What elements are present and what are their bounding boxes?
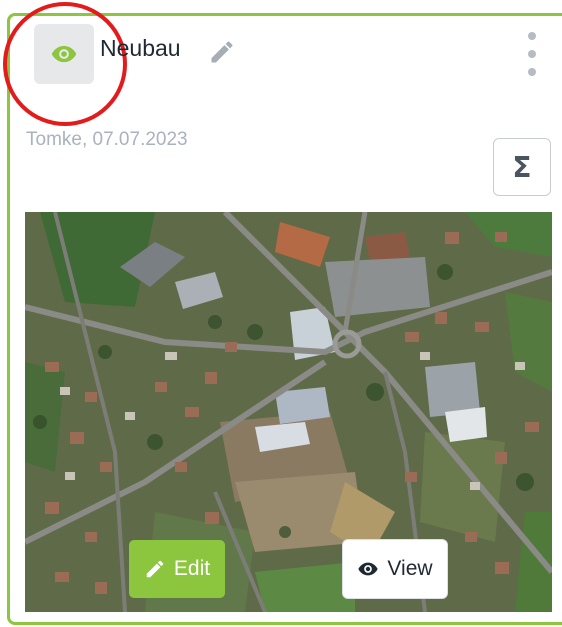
project-meta: Tomke, 07.07.2023 [26, 129, 188, 150]
project-title: Neubau [100, 35, 181, 61]
aerial-map-image [25, 212, 552, 612]
pencil-icon [146, 560, 164, 578]
edit-button[interactable]: Edit [129, 540, 225, 598]
view-button[interactable]: View [343, 540, 447, 598]
sigma-icon: Σ [512, 150, 532, 184]
kebab-menu-icon[interactable] [523, 32, 541, 76]
eye-icon [358, 562, 379, 576]
visibility-toggle-button[interactable] [34, 24, 94, 84]
sigma-button[interactable]: Σ [493, 138, 551, 196]
view-button-label: View [387, 557, 433, 580]
edit-button-label: Edit [173, 557, 211, 580]
pencil-icon[interactable] [208, 38, 236, 66]
eye-icon [51, 45, 77, 63]
